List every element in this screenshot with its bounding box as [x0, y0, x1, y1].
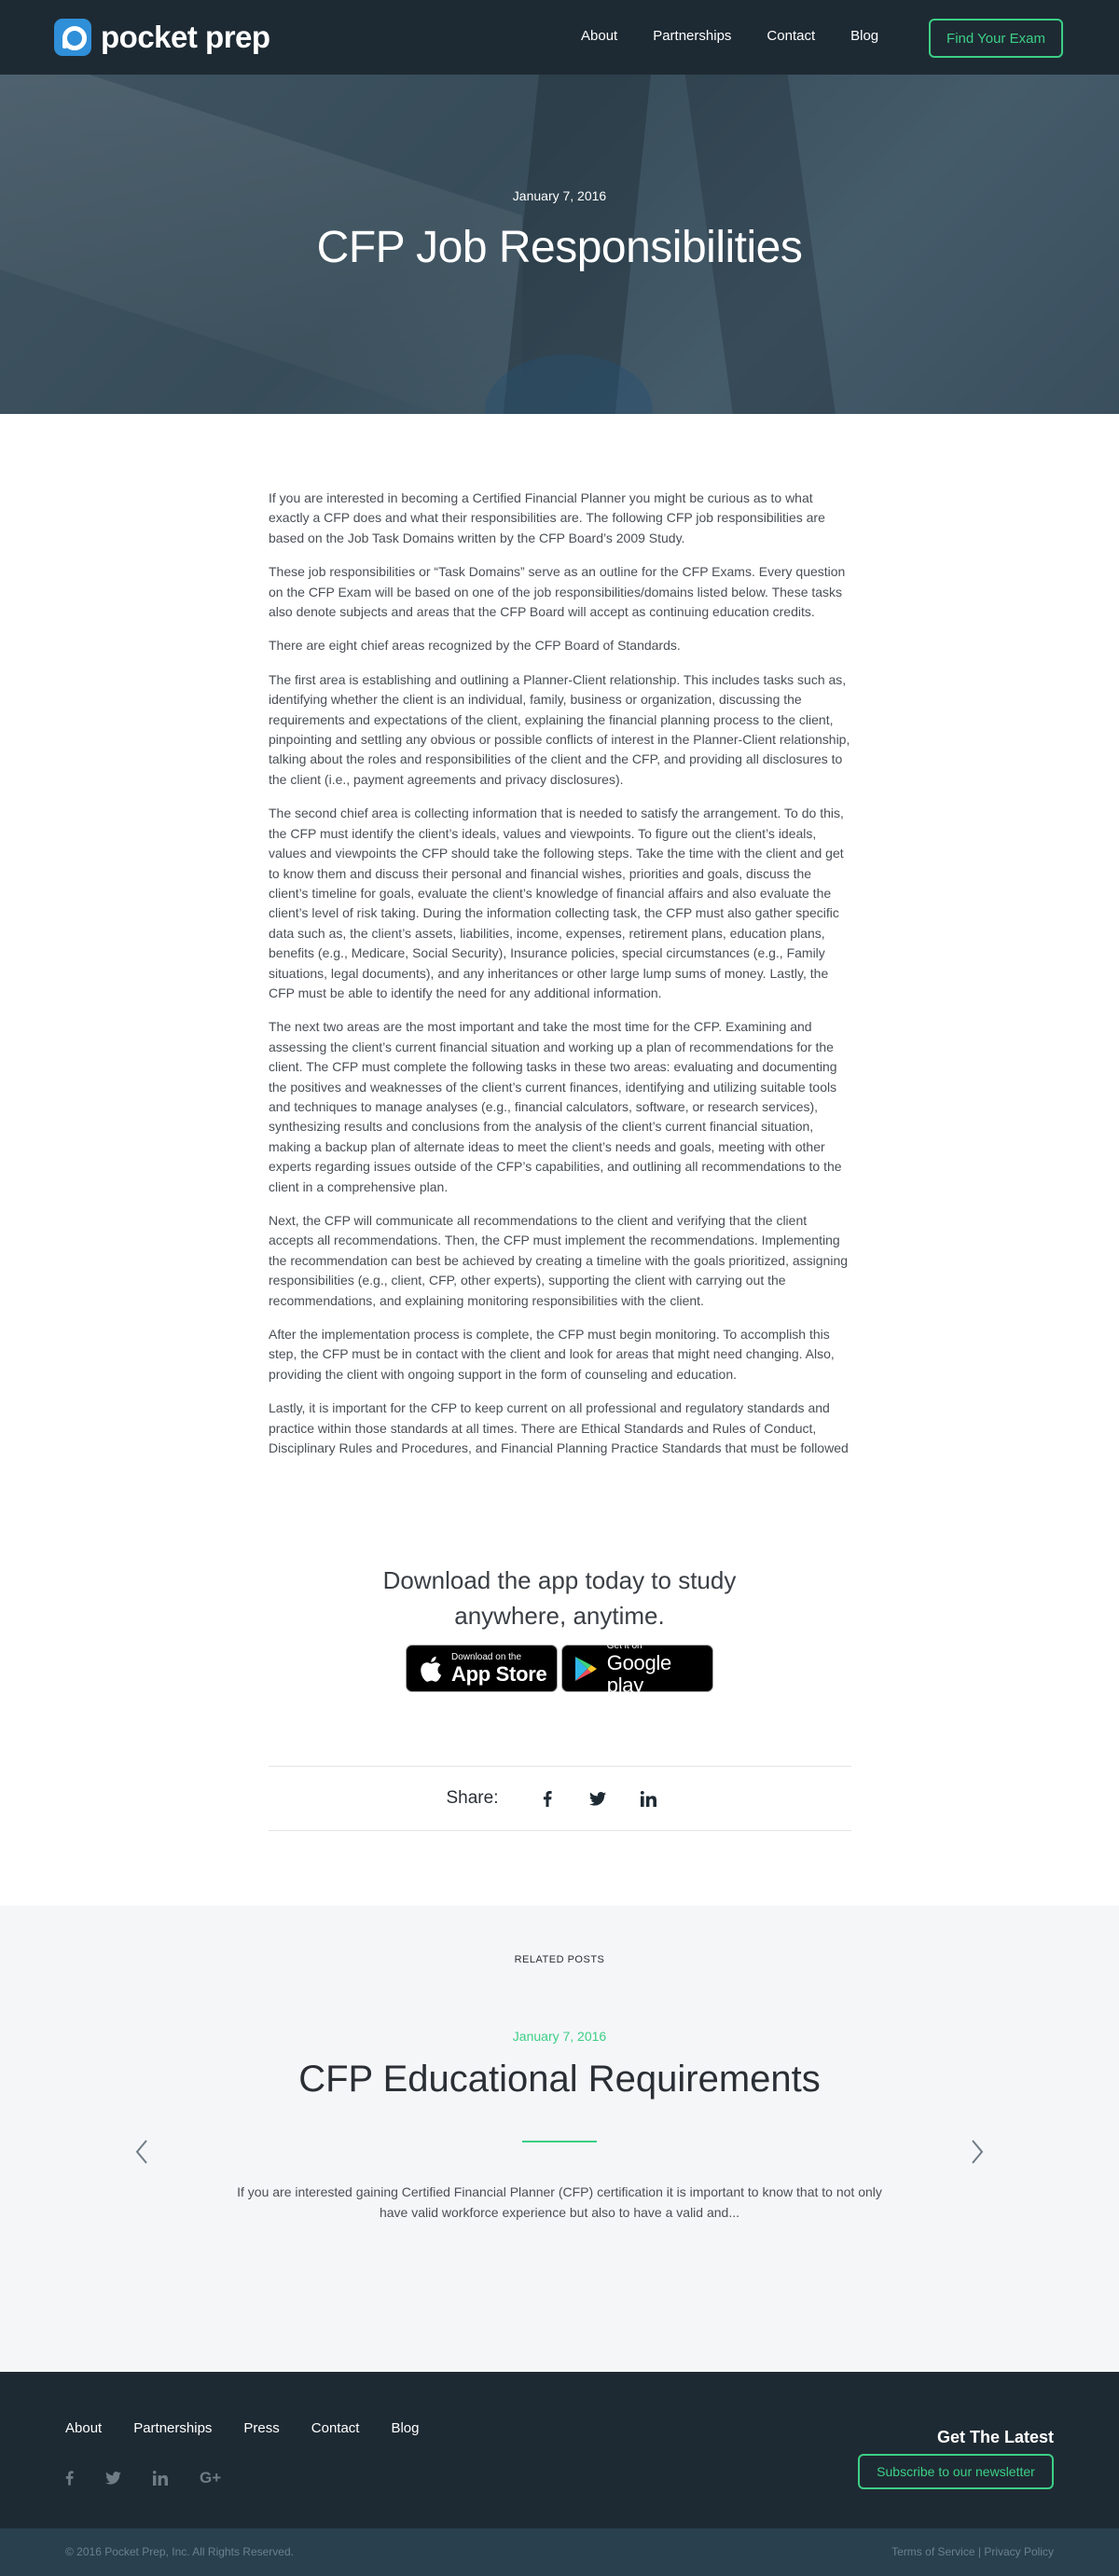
google-play-label: Google play	[606, 1650, 671, 1697]
nav-link-contact[interactable]: Contact	[767, 28, 815, 44]
related-post-title[interactable]: CFP Educational Requirements	[0, 2059, 1119, 2101]
download-heading-line2: anywhere, anytime.	[454, 1602, 665, 1630]
privacy-policy-link[interactable]: Privacy Policy	[984, 2545, 1054, 2558]
related-divider	[522, 2141, 597, 2142]
article-paragraph: The first area is establishing and outli…	[269, 671, 850, 787]
article-paragraph: If you are interested in becoming a Cert…	[269, 490, 825, 545]
terms-of-service-link[interactable]: Terms of Service	[891, 2545, 974, 2558]
related-posts: RELATED POSTS January 7, 2016 CFP Educat…	[0, 1906, 1119, 2372]
share-label: Share:	[446, 1788, 499, 1808]
facebook-icon[interactable]	[65, 2469, 74, 2487]
related-post-date: January 7, 2016	[512, 2029, 607, 2044]
logo[interactable]: pocket prep	[54, 19, 270, 56]
related-post-excerpt: If you are interested gaining Certified …	[237, 2184, 882, 2220]
footer-link-press[interactable]: Press	[243, 2420, 279, 2436]
google-play-small-label: Get it on	[606, 1640, 642, 1651]
footer-link-contact[interactable]: Contact	[311, 2420, 360, 2436]
footer-link-about[interactable]: About	[65, 2420, 102, 2436]
subfooter: © 2016 Pocket Prep, Inc. All Rights Rese…	[0, 2528, 1119, 2576]
footer-social-links: G+	[65, 2469, 253, 2487]
pocket-prep-logo-icon	[54, 19, 91, 56]
twitter-share-icon[interactable]	[589, 1790, 607, 1807]
footer: About Partnerships Press Contact Blog G+…	[0, 2372, 1119, 2528]
article-body: If you are interested in becoming a Cert…	[269, 489, 851, 1472]
post-title: CFP Job Responsibilities	[316, 223, 803, 272]
article-paragraph: Next, the CFP will communicate all recom…	[269, 1213, 849, 1308]
facebook-share-icon[interactable]	[539, 1790, 556, 1807]
footer-link-blog[interactable]: Blog	[391, 2420, 419, 2436]
app-store-label: App Store	[451, 1661, 547, 1686]
footer-links: About Partnerships Press Contact Blog	[65, 2420, 451, 2436]
article-paragraph: These job responsibilities or “Task Doma…	[269, 564, 846, 620]
twitter-icon[interactable]	[105, 2469, 121, 2487]
find-your-exam-button[interactable]: Find Your Exam	[929, 19, 1063, 58]
article-paragraph: There are eight chief areas recognized b…	[269, 638, 681, 654]
article-paragraph: The second chief area is collecting info…	[269, 806, 844, 1000]
google-play-button[interactable]: Get it on Google play	[561, 1641, 713, 1696]
footer-link-partnerships[interactable]: Partnerships	[133, 2420, 212, 2436]
logo-text: pocket prep	[101, 20, 270, 54]
article-paragraph: The next two areas are the most importan…	[269, 1019, 842, 1194]
chevron-right-icon[interactable]	[966, 2137, 988, 2167]
apple-icon	[416, 1654, 444, 1684]
article-paragraph: After the implementation process is comp…	[269, 1327, 835, 1382]
nav-link-blog[interactable]: Blog	[850, 28, 878, 44]
nav-link-partnerships[interactable]: Partnerships	[653, 28, 731, 44]
linkedin-share-icon[interactable]	[640, 1790, 656, 1807]
related-posts-label: RELATED POSTS	[514, 1954, 605, 1965]
app-store-small-label: Download on the	[451, 1651, 522, 1662]
nav-links: About Partnerships Contact Blog	[581, 28, 914, 44]
google-play-text: Get it on Google play	[607, 1641, 712, 1697]
article-paragraph: Lastly, it is important for the CFP to k…	[269, 1400, 849, 1456]
download-app-heading: Download the app today to study anywhere…	[0, 1563, 1119, 1633]
newsletter-heading: Get The Latest	[936, 2428, 1054, 2446]
linkedin-icon[interactable]	[153, 2469, 168, 2487]
top-nav: pocket prep About Partnerships Contact B…	[0, 0, 1119, 75]
google-plus-icon[interactable]: G+	[200, 2469, 221, 2487]
app-store-button[interactable]: Download on the App Store	[406, 1645, 558, 1692]
share-bar: Share:	[269, 1766, 851, 1831]
store-badges: Download on the App Store Get it on Goog…	[406, 1641, 717, 1696]
app-store-text: Download on the App Store	[451, 1651, 547, 1686]
hero-banner: January 7, 2016 CFP Job Responsibilities	[0, 75, 1119, 414]
subscribe-newsletter-button[interactable]: Subscribe to our newsletter	[858, 2454, 1054, 2489]
post-date: January 7, 2016	[512, 188, 607, 203]
legal-links: Terms of Service | Privacy Policy	[891, 2545, 1054, 2558]
legal-separator: |	[977, 2545, 981, 2558]
copyright-text: © 2016 Pocket Prep, Inc. All Rights Rese…	[65, 2545, 294, 2558]
nav-link-about[interactable]: About	[581, 28, 617, 44]
chevron-left-icon[interactable]	[131, 2137, 153, 2167]
google-play-icon	[572, 1654, 600, 1684]
download-heading-line1: Download the app today to study	[382, 1566, 737, 1594]
